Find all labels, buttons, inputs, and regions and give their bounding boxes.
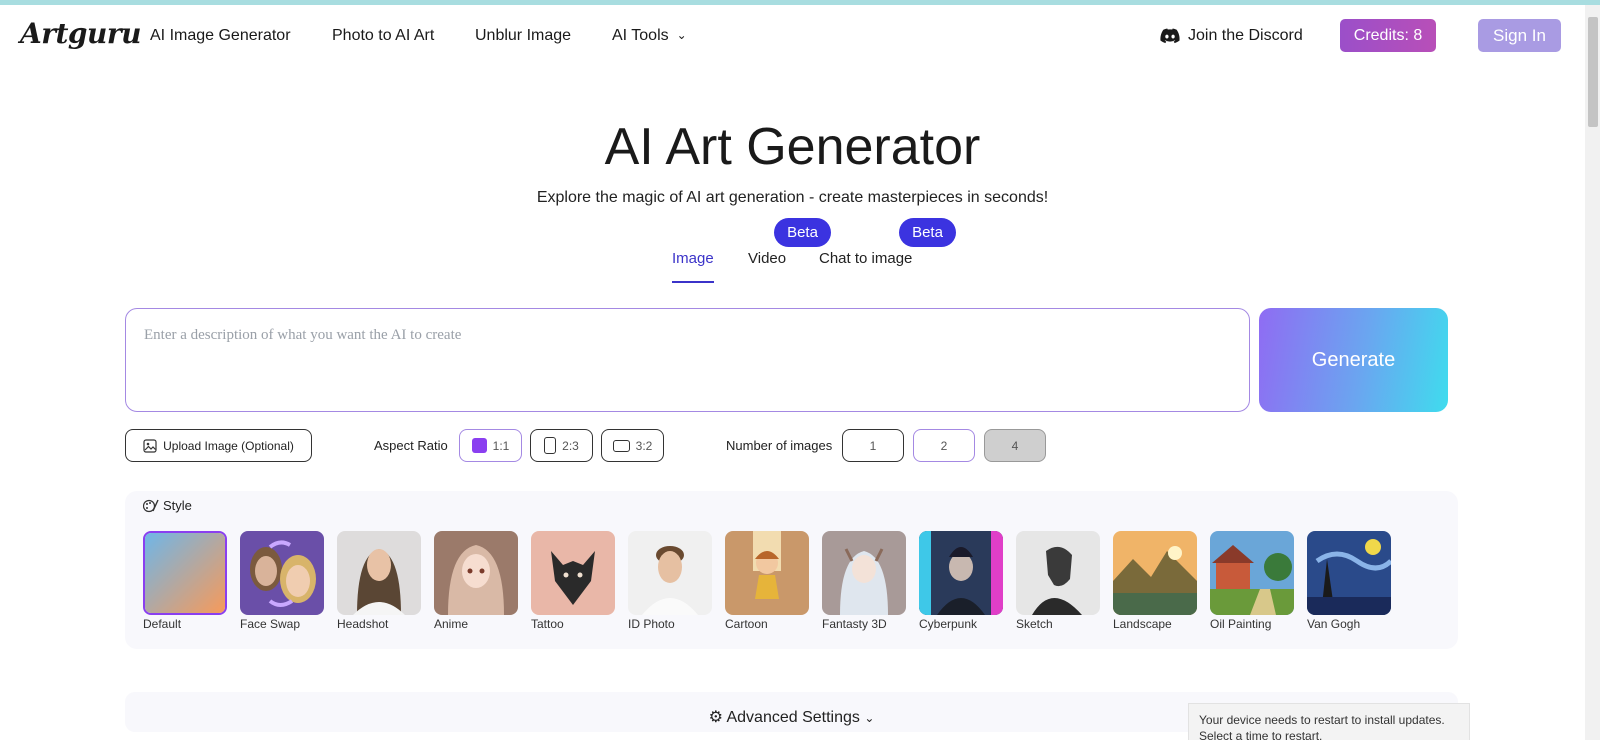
site-header: Artguru AI Image Generator Photo to AI A… bbox=[0, 5, 1585, 67]
face-swap-image bbox=[240, 531, 324, 615]
style-fantasty-3d[interactable] bbox=[822, 531, 906, 615]
prompt-placeholder: Enter a description of what you want the… bbox=[144, 327, 462, 343]
style-face-swap[interactable] bbox=[240, 531, 324, 615]
landscape-ratio-icon bbox=[612, 439, 630, 452]
cyberpunk-image bbox=[919, 531, 1003, 615]
style-van-gogh[interactable] bbox=[1307, 531, 1391, 615]
scrollbar-thumb[interactable] bbox=[1588, 17, 1598, 127]
sketch-image bbox=[1016, 531, 1100, 615]
page-subtitle: Explore the magic of AI art generation -… bbox=[536, 189, 1049, 206]
notification-line-2: Select a time to restart. bbox=[1199, 729, 1323, 743]
style-label-default: Default bbox=[143, 617, 182, 631]
style-heading: Style bbox=[143, 498, 192, 513]
discord-icon bbox=[1160, 28, 1180, 44]
style-label-cyberpunk: Cyberpunk bbox=[919, 617, 978, 631]
prompt-input[interactable]: Enter a description of what you want the… bbox=[125, 308, 1250, 412]
video-beta-badge: Beta bbox=[774, 218, 831, 247]
style-label-sketch: Sketch bbox=[1016, 617, 1053, 631]
style-title: Style bbox=[163, 498, 192, 513]
style-default[interactable] bbox=[143, 531, 227, 615]
style-label-anime: Anime bbox=[434, 617, 469, 631]
nav-ai-tools[interactable]: AI Tools ⌄ bbox=[612, 27, 687, 45]
style-label-face-swap: Face Swap bbox=[240, 617, 301, 631]
aspect-3-2-button[interactable]: 3:2 bbox=[601, 429, 664, 462]
style-label-oil-painting: Oil Painting bbox=[1210, 617, 1272, 631]
style-sketch[interactable] bbox=[1016, 531, 1100, 615]
aspect-1-1-button[interactable]: 1:1 bbox=[459, 429, 522, 462]
chevron-down-icon: ⌄ bbox=[676, 28, 687, 42]
portrait-ratio-icon bbox=[544, 437, 557, 454]
style-label-cartoon: Cartoon bbox=[725, 617, 768, 631]
van-gogh-image bbox=[1307, 531, 1391, 615]
chevron-down-icon: ⌄ bbox=[864, 711, 875, 725]
nav-ai-tools-label: AI Tools bbox=[612, 27, 669, 44]
tattoo-image bbox=[531, 531, 615, 615]
sign-in-button[interactable]: Sign In bbox=[1478, 19, 1561, 52]
style-id-photo[interactable] bbox=[628, 531, 712, 615]
landscape-image bbox=[1113, 531, 1197, 615]
notification-line-1: Your device needs to restart to install … bbox=[1199, 713, 1445, 727]
style-tattoo[interactable] bbox=[531, 531, 615, 615]
style-cyberpunk[interactable] bbox=[919, 531, 1003, 615]
gear-icon: ⚙ bbox=[708, 709, 723, 726]
style-label-landscape: Landscape bbox=[1113, 617, 1172, 631]
style-label-van-gogh: Van Gogh bbox=[1307, 617, 1361, 631]
style-label-id-photo: ID Photo bbox=[628, 617, 675, 631]
style-label-fantasty-3d: Fantasty 3D bbox=[822, 617, 887, 631]
cartoon-image bbox=[725, 531, 809, 615]
aspect-2-3-label: 2:3 bbox=[562, 438, 579, 453]
nav-photo-to-ai-art[interactable]: Photo to AI Art bbox=[332, 27, 434, 45]
page-title: AI Art Generator bbox=[604, 118, 981, 176]
tab-video[interactable]: Video bbox=[748, 250, 786, 267]
restart-notification[interactable]: Your device needs to restart to install … bbox=[1188, 703, 1470, 743]
artguru-logo[interactable]: Artguru bbox=[20, 17, 141, 50]
style-cartoon[interactable] bbox=[725, 531, 809, 615]
join-discord-label: Join the Discord bbox=[1188, 27, 1303, 44]
tab-image[interactable]: Image bbox=[672, 250, 714, 267]
page-scrollbar[interactable] bbox=[1585, 5, 1600, 740]
headshot-image bbox=[337, 531, 421, 615]
style-landscape[interactable] bbox=[1113, 531, 1197, 615]
count-1-button[interactable]: 1 bbox=[842, 429, 904, 462]
advanced-settings-label: Advanced Settings bbox=[726, 709, 860, 726]
anime-image bbox=[434, 531, 518, 615]
chat-beta-badge: Beta bbox=[899, 218, 956, 247]
style-oil-painting[interactable] bbox=[1210, 531, 1294, 615]
aspect-2-3-button[interactable]: 2:3 bbox=[530, 429, 593, 462]
upload-image-button[interactable]: Upload Image (Optional) bbox=[125, 429, 312, 462]
generate-button[interactable]: Generate bbox=[1259, 308, 1448, 412]
fantasy-3d-image bbox=[822, 531, 906, 615]
nav-unblur-image[interactable]: Unblur Image bbox=[475, 27, 571, 45]
style-panel: Style Default Face Swap Headshot Anime T… bbox=[125, 491, 1458, 649]
style-label-headshot: Headshot bbox=[337, 617, 389, 631]
style-label-tattoo: Tattoo bbox=[531, 617, 564, 631]
image-upload-icon bbox=[143, 438, 157, 453]
palette-icon bbox=[143, 499, 159, 512]
number-of-images-label: Number of images bbox=[726, 438, 833, 453]
count-4-button[interactable]: 4 bbox=[984, 429, 1046, 462]
style-anime[interactable] bbox=[434, 531, 518, 615]
count-2-button[interactable]: 2 bbox=[913, 429, 975, 462]
upload-image-label: Upload Image (Optional) bbox=[163, 438, 294, 453]
aspect-1-1-label: 1:1 bbox=[492, 438, 510, 453]
nav-ai-image-generator[interactable]: AI Image Generator bbox=[150, 27, 291, 45]
credits-button[interactable]: Credits: 8 bbox=[1340, 19, 1436, 52]
oil-painting-image bbox=[1210, 531, 1294, 615]
square-ratio-icon bbox=[471, 438, 487, 453]
active-tab-indicator bbox=[672, 281, 714, 283]
aspect-3-2-label: 3:2 bbox=[635, 438, 653, 453]
default-style-image bbox=[145, 533, 225, 613]
aspect-ratio-label: Aspect Ratio bbox=[374, 438, 448, 453]
join-discord-link[interactable]: Join the Discord bbox=[1160, 27, 1303, 45]
style-headshot[interactable] bbox=[337, 531, 421, 615]
id-photo-image bbox=[628, 531, 712, 615]
tab-chat-to-image[interactable]: Chat to image bbox=[819, 250, 912, 267]
